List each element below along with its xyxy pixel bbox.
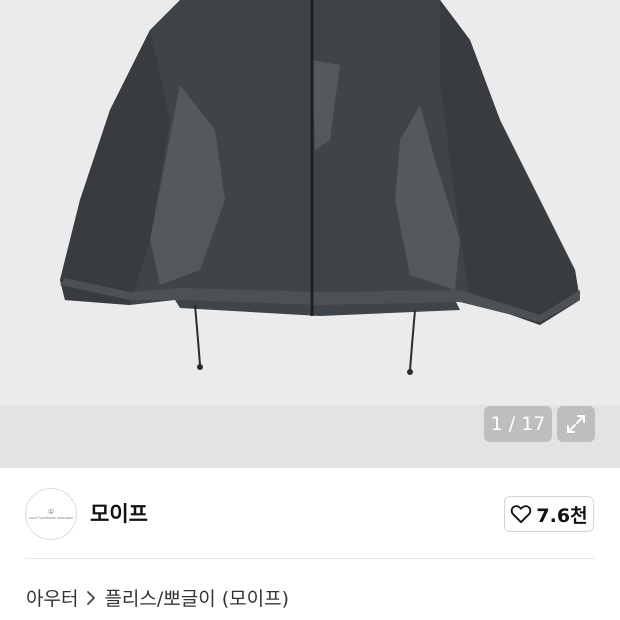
image-counter: 1 / 17	[484, 406, 552, 442]
heart-outline-icon	[511, 505, 532, 524]
shop-logo-mark: ①	[47, 508, 55, 516]
expand-image-button[interactable]	[557, 406, 595, 442]
image-counter-text: 1 / 17	[490, 413, 546, 435]
chevron-right-icon	[87, 590, 96, 605]
shop-name[interactable]: 모이프	[90, 498, 148, 528]
product-image-gallery[interactable]: 1 / 17	[0, 0, 620, 468]
breadcrumb: 아우터 플리스/뽀글이 (모이프)	[26, 584, 289, 611]
expand-icon	[567, 415, 585, 433]
product-photo-jacket	[0, 0, 620, 468]
divider	[25, 558, 595, 559]
shop-avatar[interactable]: ① such functional unknown	[25, 488, 77, 540]
breadcrumb-category[interactable]: 아우터	[26, 584, 78, 611]
breadcrumb-subcategory[interactable]: 플리스/뽀글이 (모이프)	[104, 584, 289, 611]
like-count: 7.6천	[536, 504, 588, 527]
shop-logo-text: such functional unknown	[29, 516, 73, 520]
shop-info-row: ① such functional unknown 모이프 7.6천	[0, 468, 620, 560]
like-button[interactable]: 7.6천	[504, 496, 594, 532]
